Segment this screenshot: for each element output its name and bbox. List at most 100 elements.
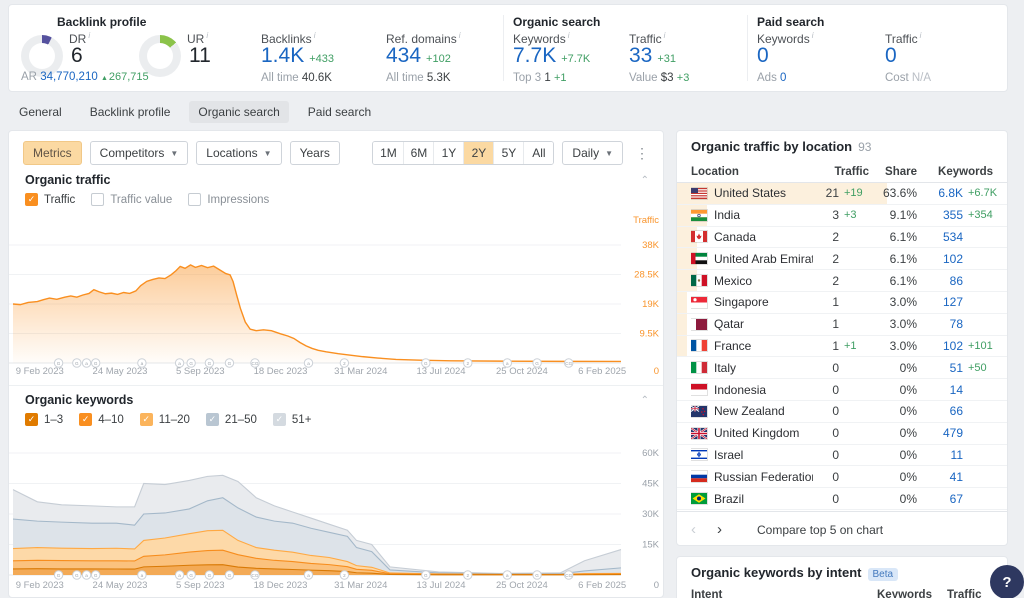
keywords-value[interactable]: 102 [917, 252, 963, 266]
table-row[interactable]: Brazil00%67 [677, 488, 1007, 510]
country-name: Singapore [691, 295, 813, 309]
checkbox-11–20[interactable] [140, 413, 153, 426]
keywords-value[interactable]: 102 [917, 339, 963, 353]
traffic-value: 2 [813, 252, 839, 266]
share-value: 3.0% [869, 317, 917, 331]
table-row[interactable]: Israel00%11 [677, 445, 1007, 467]
share-value: 0% [869, 426, 917, 440]
keywords-value[interactable]: 67 [917, 492, 963, 506]
checkbox-1–3[interactable] [25, 413, 38, 426]
table-row[interactable]: France1+13.0%102+101 [677, 336, 1007, 358]
organic-keywords-chart[interactable]: 60K45K30K15KGGaGaaGGGCGa2G2aGCG9 Feb 202… [9, 437, 664, 598]
legend-item-51+: 51+ [273, 413, 312, 426]
table-row[interactable]: United Arab Emirates26.1%102 [677, 248, 1007, 270]
granularity-dropdown[interactable]: Daily▼ [562, 141, 623, 165]
ref-domains-value[interactable]: 434+102 [386, 45, 451, 66]
table-row[interactable]: Mexico26.1%86 [677, 270, 1007, 292]
svg-text:6 Feb 2025: 6 Feb 2025 [578, 366, 626, 377]
country-label: Singapore [714, 295, 769, 309]
traffic-value: 0 [813, 383, 839, 397]
table-row[interactable]: Italy00%51+50 [677, 357, 1007, 379]
range-button-all[interactable]: All [523, 142, 553, 164]
keywords-value[interactable]: 479 [917, 426, 963, 440]
column-header-traffic[interactable]: Traffic [947, 589, 993, 598]
svg-text:G: G [75, 361, 79, 366]
checkbox-21–50[interactable] [206, 413, 219, 426]
column-header-intent[interactable]: Intent [691, 589, 877, 598]
checkbox-Traffic-value[interactable] [91, 193, 104, 206]
keywords-value[interactable]: 11 [917, 448, 963, 462]
range-button-6m[interactable]: 6M [403, 142, 433, 164]
tab-paid-search[interactable]: Paid search [299, 101, 380, 123]
column-header-keywords[interactable]: Keywords [877, 589, 947, 598]
keywords-delta: +101 [963, 340, 993, 352]
compare-top5-link[interactable]: Compare top 5 on chart [757, 523, 883, 537]
keywords-value[interactable]: 66 [917, 404, 963, 418]
column-header-traffic[interactable]: Traffic [813, 166, 869, 178]
row-grid: New Zealand00%66 [677, 401, 1007, 422]
os-traffic-value[interactable]: 33+31 [629, 45, 676, 66]
backlinks-value[interactable]: 1.4K+433 [261, 45, 334, 66]
prev-page-icon[interactable]: ‹ [691, 521, 717, 538]
tab-backlink-profile[interactable]: Backlink profile [81, 101, 180, 123]
checkbox-51+[interactable] [273, 413, 286, 426]
legend-item-4–10: 4–10 [79, 413, 124, 426]
collapse-chevron-icon[interactable]: ⌃ [641, 395, 649, 406]
tab-organic-search[interactable]: Organic search [189, 101, 288, 123]
table-row[interactable]: Canada26.1%534 [677, 227, 1007, 249]
keywords-value[interactable]: 86 [917, 274, 963, 288]
years-button[interactable]: Years [290, 141, 340, 165]
keywords-value[interactable]: 127 [917, 295, 963, 309]
ar-value[interactable]: 34,770,210 [40, 71, 98, 83]
ar-line: AR 34,770,210 267,715 [21, 71, 149, 83]
legend-item-11–20: 11–20 [140, 413, 190, 426]
keywords-value[interactable]: 51 [917, 361, 963, 375]
legend-item-21–50: 21–50 [206, 413, 257, 426]
table-row[interactable]: Russian Federation00%41 [677, 466, 1007, 488]
help-button[interactable]: ? [990, 565, 1024, 598]
column-header-keywords[interactable]: Keywords [917, 166, 993, 178]
table-row[interactable]: Qatar13.0%78 [677, 314, 1007, 336]
kebab-menu-icon[interactable]: ⋮ [631, 145, 653, 162]
range-button-2y[interactable]: 2Y [463, 142, 493, 164]
keywords-value[interactable]: 534 [917, 230, 963, 244]
os-keywords-value[interactable]: 7.7K+7.7K [513, 45, 590, 66]
chevron-down-icon: ▼ [605, 149, 613, 158]
table-row[interactable]: New Zealand00%66 [677, 401, 1007, 423]
intent-table-header: IntentKeywordsTraffic [677, 589, 1007, 598]
checkbox-4–10[interactable] [79, 413, 92, 426]
next-page-icon[interactable]: › [717, 521, 743, 538]
keywords-value[interactable]: 78 [917, 317, 963, 331]
checkbox-Traffic[interactable] [25, 193, 38, 206]
country-name: Brazil [691, 492, 813, 506]
flag-icon-it [691, 362, 707, 373]
locations-dropdown[interactable]: Locations▼ [196, 141, 281, 165]
table-row[interactable]: Singapore13.0%127 [677, 292, 1007, 314]
checkbox-Impressions[interactable] [188, 193, 201, 206]
metrics-button[interactable]: Metrics [23, 141, 82, 165]
ref-domains-alltime: All time 5.3K [386, 72, 451, 84]
country-name: Russian Federation [691, 470, 813, 484]
collapse-chevron-icon[interactable]: ⌃ [641, 175, 649, 186]
column-header-share[interactable]: Share [869, 166, 917, 178]
ps-traffic-value[interactable]: 0 [885, 45, 897, 66]
keywords-value[interactable]: 6.8K [917, 186, 963, 200]
ps-keywords-value[interactable]: 0 [757, 45, 769, 66]
range-button-1m[interactable]: 1M [373, 142, 403, 164]
table-row[interactable]: India3+39.1%355+354 [677, 205, 1007, 227]
svg-text:9 Feb 2023: 9 Feb 2023 [16, 580, 64, 591]
table-row[interactable]: Indonesia00%14 [677, 379, 1007, 401]
range-button-5y[interactable]: 5Y [493, 142, 523, 164]
organic-traffic-chart[interactable]: 38K28.5K19K9.5KTrafficGGaGaaGGGCGa2G2aGC… [9, 207, 664, 385]
keywords-value[interactable]: 14 [917, 383, 963, 397]
keywords-value[interactable]: 41 [917, 470, 963, 484]
tab-general[interactable]: General [10, 101, 71, 123]
table-row[interactable]: United States21+1963.6%6.8K+6.7K [677, 183, 1007, 205]
competitors-dropdown[interactable]: Competitors▼ [90, 141, 189, 165]
range-button-1y[interactable]: 1Y [433, 142, 463, 164]
column-header-location[interactable]: Location [691, 166, 813, 178]
location-pagination: ‹ › Compare top 5 on chart [677, 511, 1007, 546]
table-row[interactable]: United Kingdom00%479 [677, 423, 1007, 445]
keywords-value[interactable]: 355 [917, 208, 963, 222]
divider [9, 385, 663, 386]
